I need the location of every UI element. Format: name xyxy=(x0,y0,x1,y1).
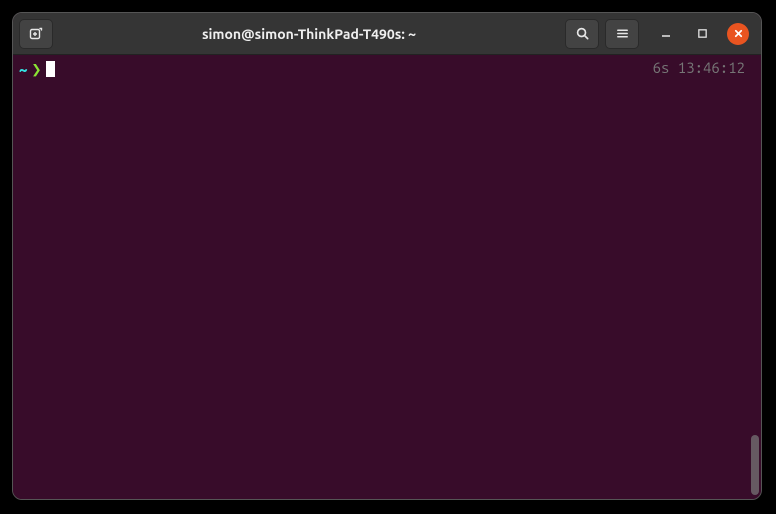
titlebar: simon@simon-ThinkPad-T490s: ~ xyxy=(13,13,761,55)
maximize-button[interactable] xyxy=(691,23,713,45)
prompt-cwd: ~ xyxy=(19,61,31,79)
minimize-button[interactable] xyxy=(655,23,677,45)
new-tab-icon xyxy=(28,26,44,42)
window-title: simon@simon-ThinkPad-T490s: ~ xyxy=(59,26,559,42)
prompt-arrow: ❯ xyxy=(31,61,45,79)
hamburger-menu-icon xyxy=(615,26,630,41)
prompt-line: ~ ❯ xyxy=(19,59,755,77)
terminal-window: simon@simon-ThinkPad-T490s: ~ xyxy=(12,12,762,500)
minimize-icon xyxy=(660,28,672,40)
close-icon xyxy=(733,28,744,39)
terminal-viewport[interactable]: 6s 13:46:12 ~ ❯ xyxy=(13,55,761,499)
scrollbar[interactable] xyxy=(749,59,759,495)
menu-button[interactable] xyxy=(605,19,639,49)
search-button[interactable] xyxy=(565,19,599,49)
window-controls xyxy=(645,23,755,45)
cursor xyxy=(46,61,55,77)
new-tab-button[interactable] xyxy=(19,19,53,49)
scrollbar-thumb[interactable] xyxy=(751,435,759,495)
search-icon xyxy=(575,26,590,41)
maximize-icon xyxy=(697,28,708,39)
close-button[interactable] xyxy=(727,23,749,45)
